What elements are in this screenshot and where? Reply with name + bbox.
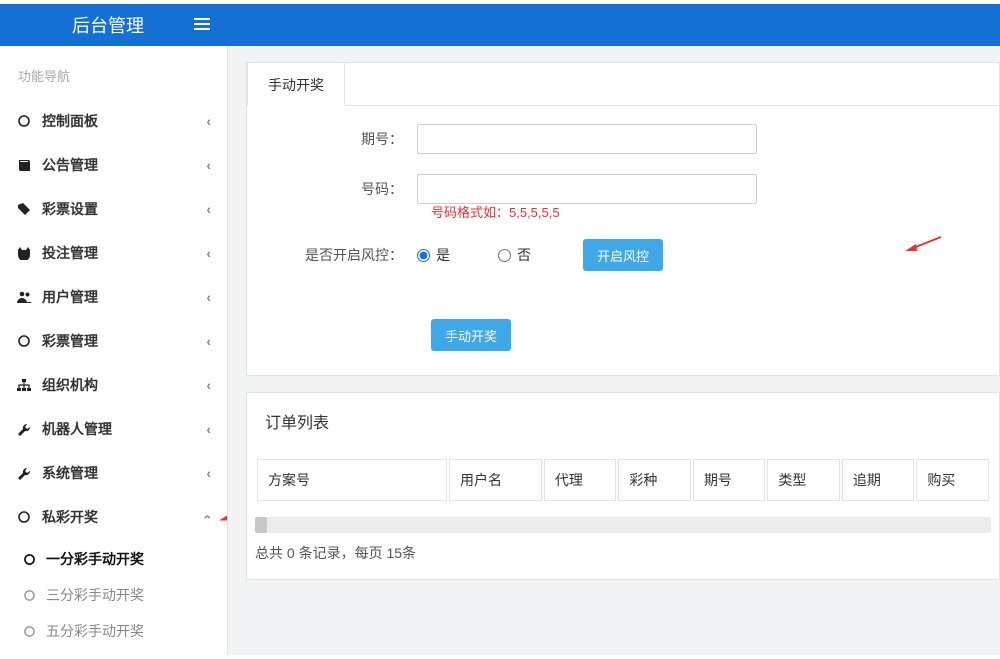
sub-item-one-min[interactable]: 一分彩手动开奖 <box>0 541 227 577</box>
circle-icon <box>22 626 36 637</box>
manual-draw-button[interactable]: 手动开奖 <box>431 319 511 351</box>
manual-draw-card: 手动开奖 期号： 号码： 号码格式如：5,5,5,5,5 是否开启风控： <box>246 62 1000 376</box>
order-list-card: 订单列表 方案号 用户名 代理 彩种 期号 类型 追期 购买 <box>246 392 1000 580</box>
sidebar-item-ticket[interactable]: 彩票管理 ‹ <box>0 319 227 363</box>
sidebar-item-label: 用户管理 <box>42 287 206 307</box>
col-plan[interactable]: 方案号 <box>257 459 447 501</box>
wrench-icon <box>16 421 32 437</box>
chevron-left-icon: ‹ <box>206 289 211 305</box>
app-title: 后台管理 <box>72 12 144 38</box>
table-footer: 总共 0 条记录，每页 15条 <box>247 533 999 579</box>
sidebar-submenu-private: 一分彩手动开奖 三分彩手动开奖 五分彩手动开奖 幸运五分彩手动开奖 <box>0 539 227 655</box>
sidebar-item-label: 投注管理 <box>42 243 206 263</box>
number-hint: 号码格式如：5,5,5,5,5 <box>431 202 979 221</box>
radio-yes-input[interactable] <box>417 249 430 262</box>
col-period[interactable]: 期号 <box>693 459 766 501</box>
sidebar-item-system[interactable]: 系统管理 ‹ <box>0 451 227 495</box>
col-buy[interactable]: 购买 <box>916 459 989 501</box>
circle-icon <box>16 509 32 525</box>
circle-icon <box>16 113 32 129</box>
sidebar-header: 功能导航 <box>0 46 227 99</box>
sidebar-item-private-lottery[interactable]: 私彩开奖 ‹ <box>0 495 227 539</box>
col-chase[interactable]: 追期 <box>842 459 915 501</box>
radio-no[interactable]: 否 <box>498 245 531 265</box>
chevron-left-icon: ‹ <box>206 377 211 393</box>
radio-no-label: 否 <box>517 245 531 265</box>
chevron-left-icon: ‹ <box>206 113 211 129</box>
chevron-left-icon: ‹ <box>206 201 211 217</box>
sidebar-item-dashboard[interactable]: 控制面板 ‹ <box>0 99 227 143</box>
risk-label: 是否开启风控： <box>267 245 417 265</box>
enable-risk-button[interactable]: 开启风控 <box>583 239 663 271</box>
annotation-arrow-icon <box>219 509 228 526</box>
tab-manual-draw[interactable]: 手动开奖 <box>247 62 345 106</box>
cat-icon <box>16 245 32 261</box>
sub-item-lucky5[interactable]: 幸运五分彩手动开奖 <box>0 649 227 655</box>
col-agent[interactable]: 代理 <box>544 459 617 501</box>
sub-item-three-min[interactable]: 三分彩手动开奖 <box>0 577 227 613</box>
col-username[interactable]: 用户名 <box>449 459 542 501</box>
main-content: 手动开奖 期号： 号码： 号码格式如：5,5,5,5,5 是否开启风控： <box>228 46 1000 655</box>
sidebar-item-label: 控制面板 <box>42 111 206 131</box>
sub-item-five-min[interactable]: 五分彩手动开奖 <box>0 613 227 649</box>
horizontal-scrollbar[interactable] <box>255 517 991 533</box>
chevron-left-icon: ‹ <box>206 333 211 349</box>
sidebar-item-org[interactable]: 组织机构 ‹ <box>0 363 227 407</box>
order-list-title: 订单列表 <box>247 393 999 457</box>
sidebar-item-lottery-settings[interactable]: 彩票设置 ‹ <box>0 187 227 231</box>
chevron-left-icon: ‹ <box>206 421 211 437</box>
number-input[interactable] <box>417 174 757 204</box>
circle-icon <box>16 333 32 349</box>
sidebar-item-robot[interactable]: 机器人管理 ‹ <box>0 407 227 451</box>
period-label: 期号： <box>267 129 417 149</box>
sub-item-label: 三分彩手动开奖 <box>46 585 144 605</box>
sidebar: 功能导航 控制面板 ‹ 公告管理 ‹ 彩票设置 ‹ <box>0 46 228 655</box>
sidebar-item-label: 公告管理 <box>42 155 206 175</box>
tabbar: 手动开奖 <box>247 62 999 106</box>
menu-toggle-icon[interactable] <box>194 18 210 32</box>
book-icon <box>16 157 32 173</box>
sitemap-icon <box>16 377 32 393</box>
radio-yes-label: 是 <box>436 245 450 265</box>
col-type[interactable]: 类型 <box>767 459 840 501</box>
number-label: 号码： <box>267 179 417 199</box>
sidebar-item-label: 彩票设置 <box>42 199 206 219</box>
sub-item-label: 五分彩手动开奖 <box>46 621 144 641</box>
sidebar-item-user[interactable]: 用户管理 ‹ <box>0 275 227 319</box>
table-header-row: 方案号 用户名 代理 彩种 期号 类型 追期 购买 <box>257 459 989 501</box>
radio-yes[interactable]: 是 <box>417 245 450 265</box>
sidebar-item-label: 机器人管理 <box>42 419 206 439</box>
sidebar-item-label: 彩票管理 <box>42 331 206 351</box>
sidebar-item-label: 私彩开奖 <box>42 507 206 527</box>
chevron-left-icon: ‹ <box>206 465 211 481</box>
chevron-left-icon: ‹ <box>206 157 211 173</box>
circle-icon <box>22 554 36 565</box>
sidebar-item-bet[interactable]: 投注管理 ‹ <box>0 231 227 275</box>
chevron-down-icon: ‹ <box>201 515 217 520</box>
top-bar: 后台管理 <box>0 4 1000 46</box>
risk-radio-group: 是 否 开启风控 <box>417 239 663 271</box>
chevron-left-icon: ‹ <box>206 245 211 261</box>
col-lottery[interactable]: 彩种 <box>618 459 691 501</box>
scrollbar-thumb[interactable] <box>255 517 267 533</box>
tag-icon <box>16 201 32 217</box>
users-icon <box>16 289 32 305</box>
wrench-icon <box>16 465 32 481</box>
sidebar-item-label: 组织机构 <box>42 375 206 395</box>
order-table: 方案号 用户名 代理 彩种 期号 类型 追期 购买 <box>255 457 991 503</box>
sub-item-label: 一分彩手动开奖 <box>46 549 144 569</box>
period-input[interactable] <box>417 124 757 154</box>
sidebar-item-label: 系统管理 <box>42 463 206 483</box>
radio-no-input[interactable] <box>498 249 511 262</box>
circle-icon <box>22 590 36 601</box>
sidebar-item-notice[interactable]: 公告管理 ‹ <box>0 143 227 187</box>
